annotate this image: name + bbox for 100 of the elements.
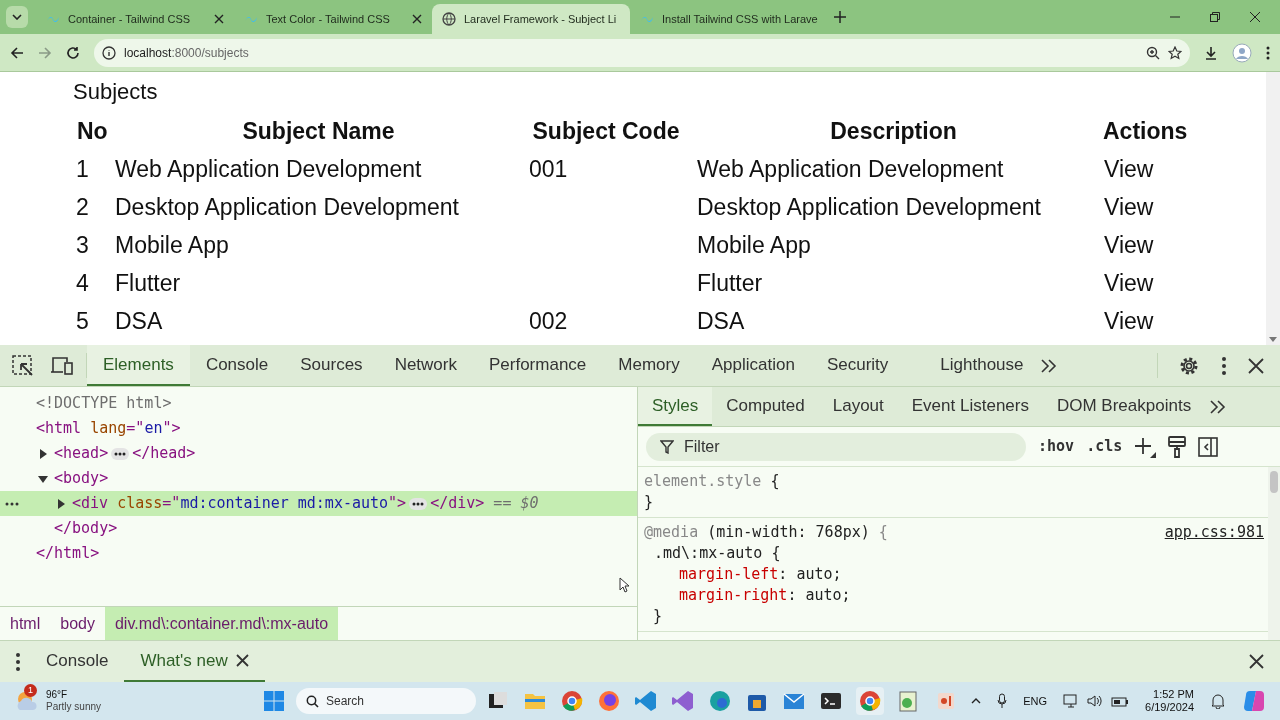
- devtools-tab[interactable]: Console: [189, 345, 285, 386]
- chrome-icon[interactable]: [560, 689, 584, 713]
- new-tab-icon[interactable]: [834, 11, 846, 23]
- expand-triangle-icon[interactable]: [38, 448, 48, 459]
- view-link[interactable]: View: [1104, 303, 1154, 339]
- taskbar-search-field[interactable]: Search: [296, 688, 476, 714]
- inspect-icon[interactable]: [12, 354, 34, 377]
- style-toggle-button[interactable]: .cls: [1086, 435, 1123, 458]
- dom-line[interactable]: <head> </head>: [0, 441, 637, 466]
- close-icon[interactable]: [412, 14, 422, 24]
- download-icon[interactable]: [1204, 45, 1218, 60]
- css-selector: element.style {: [644, 472, 780, 490]
- close-icon[interactable]: [1250, 12, 1260, 22]
- menu-icon[interactable]: [1266, 45, 1270, 60]
- restore-icon[interactable]: [1210, 12, 1220, 22]
- scroll-down-icon[interactable]: [1269, 337, 1277, 342]
- ellipsis-icon[interactable]: [409, 497, 428, 510]
- microphone-icon[interactable]: [997, 693, 1008, 709]
- notification-badge: 1: [24, 684, 37, 697]
- dom-line[interactable]: <body>: [0, 466, 637, 491]
- devtools-tab[interactable]: Performance: [473, 345, 603, 386]
- code-token: </html>: [36, 543, 100, 565]
- close-icon[interactable]: [1249, 654, 1264, 669]
- close-icon[interactable]: [235, 654, 249, 667]
- browser-tab[interactable]: Text Color - Tailwind CSS: [234, 4, 432, 34]
- address-bar[interactable]: localhost:8000/subjects: [94, 38, 1190, 67]
- styles-pane-tab[interactable]: Computed: [712, 387, 819, 426]
- close-icon[interactable]: [1248, 357, 1264, 374]
- view-link[interactable]: View: [1104, 227, 1154, 263]
- css-declaration[interactable]: margin-left: auto;: [679, 565, 842, 583]
- table-cell-text: 4: [75, 268, 90, 298]
- source-link[interactable]: app.css:981: [1164, 522, 1264, 543]
- browser-tab[interactable]: Install Tailwind CSS with Larave: [630, 4, 828, 34]
- back-icon[interactable]: [10, 45, 24, 60]
- drawer-tab[interactable]: Console: [30, 641, 125, 682]
- styles-pane-tab[interactable]: DOM Breakpoints: [1042, 387, 1206, 426]
- clock-date[interactable]: 6/19/2024: [1145, 701, 1194, 714]
- firefox-icon[interactable]: [597, 689, 621, 713]
- breadcrumb[interactable]: div.md\:container.md\:mx-auto: [104, 607, 339, 640]
- kebab-menu-icon[interactable]: [16, 652, 20, 671]
- table-cell-text: Desktop Application Development: [115, 192, 460, 222]
- close-icon[interactable]: [214, 14, 224, 24]
- dom-line[interactable]: <html lang="en">: [0, 416, 637, 441]
- kebab-menu-icon[interactable]: [1222, 356, 1226, 375]
- view-link[interactable]: View: [1104, 151, 1154, 187]
- dom-line[interactable]: <!DOCTYPE html>: [0, 391, 637, 416]
- copilot-icon[interactable]: [1242, 689, 1266, 713]
- browser-tab[interactable]: Container - Tailwind CSS: [36, 4, 234, 34]
- devtools-tab[interactable]: Application: [695, 345, 811, 386]
- devtools-tab[interactable]: Memory: [602, 345, 696, 386]
- devtools-tab[interactable]: Sources: [284, 345, 379, 386]
- table-cell-text: 002: [529, 306, 568, 336]
- styles-pane-tab[interactable]: Event Listeners: [897, 387, 1043, 426]
- visual-studio-icon[interactable]: [671, 689, 695, 713]
- more-tabs-icon[interactable]: [1039, 357, 1058, 374]
- css-declaration[interactable]: margin-right: auto;: [679, 586, 851, 604]
- more-tabs-icon[interactable]: [1209, 398, 1228, 415]
- browser-tab[interactable]: Laravel Framework - Subject Li: [432, 4, 630, 34]
- view-link[interactable]: View: [1104, 265, 1154, 301]
- edge-icon[interactable]: [708, 689, 732, 713]
- clock-time[interactable]: 1:52 PM: [1153, 688, 1194, 701]
- column-header: No: [76, 117, 109, 147]
- star-icon[interactable]: [1168, 45, 1182, 60]
- ellipsis-icon[interactable]: [111, 447, 130, 460]
- breadcrumb[interactable]: body: [50, 607, 105, 640]
- devtools-tab[interactable]: Elements: [87, 345, 190, 386]
- devtools-tab[interactable]: Security: [810, 345, 905, 386]
- style-toggle-button[interactable]: :hov: [1038, 435, 1075, 458]
- caret-up-icon[interactable]: [971, 698, 982, 704]
- expand-triangle-icon[interactable]: [56, 498, 66, 509]
- devtools-tab[interactable]: Lighthouse: [924, 345, 1040, 386]
- table-cell-text: Flutter: [696, 268, 764, 298]
- view-link[interactable]: View: [1104, 189, 1154, 225]
- styles-pane-tab[interactable]: Layout: [818, 387, 898, 426]
- css-selector: .md\:mx-auto {: [654, 544, 781, 562]
- table-cell-text: Web Application Development: [696, 154, 1005, 184]
- table-cell-text: 2: [75, 192, 90, 222]
- network-icon[interactable]: [1063, 693, 1080, 709]
- code-editor-icon[interactable]: [634, 689, 658, 713]
- filter-field[interactable]: Filter: [646, 432, 1026, 461]
- info-icon[interactable]: [102, 45, 116, 60]
- zoom-icon[interactable]: [1146, 45, 1160, 60]
- code-token: =": [126, 418, 145, 440]
- styles-pane-tab[interactable]: Styles: [638, 387, 713, 426]
- collapse-triangle-icon[interactable]: [38, 473, 48, 484]
- sidebar-toggle-icon[interactable]: [1198, 436, 1219, 457]
- device-toolbar-icon[interactable]: [50, 355, 74, 376]
- breadcrumb[interactable]: html: [0, 607, 51, 640]
- paint-roller-icon[interactable]: [1168, 435, 1187, 458]
- more-icon[interactable]: [5, 502, 19, 506]
- devtools-tab[interactable]: Network: [378, 345, 473, 386]
- volume-icon[interactable]: [1087, 693, 1104, 709]
- bell-icon[interactable]: [1210, 693, 1226, 709]
- table-cell-text: Mobile App: [696, 230, 812, 260]
- language-indicator[interactable]: ENG: [1023, 692, 1048, 710]
- reload-icon[interactable]: [66, 45, 80, 60]
- add-rule-icon[interactable]: [1134, 435, 1157, 458]
- tab-search-button[interactable]: [6, 6, 28, 28]
- scrollbar[interactable]: [1268, 467, 1280, 640]
- scrollbar[interactable]: [1266, 72, 1280, 345]
